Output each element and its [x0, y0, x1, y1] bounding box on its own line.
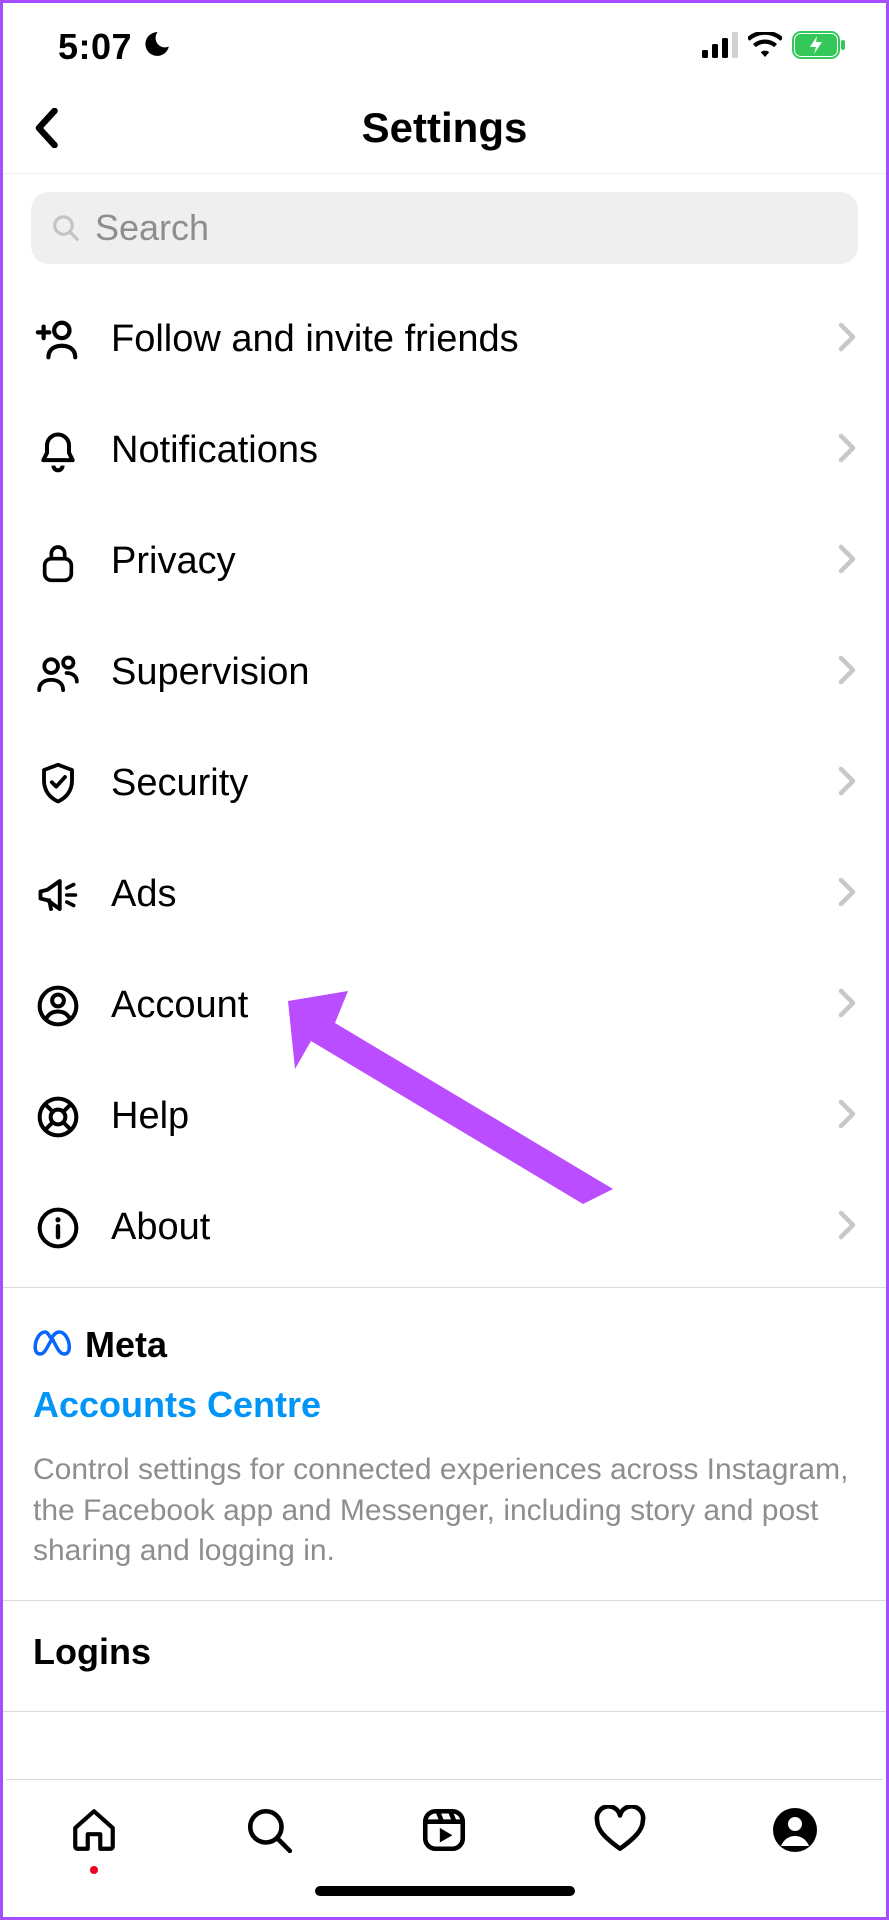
chevron-right-icon — [838, 1099, 856, 1134]
menu-label: Supervision — [111, 651, 838, 694]
menu-item-account[interactable]: Account — [3, 950, 886, 1061]
lifebuoy-icon — [33, 1092, 83, 1142]
settings-menu: Follow and invite friends Notifications … — [3, 264, 886, 1283]
people-icon — [33, 648, 83, 698]
menu-item-ads[interactable]: Ads — [3, 839, 886, 950]
menu-item-about[interactable]: About — [3, 1172, 886, 1283]
status-bar: 5:07 — [3, 3, 886, 83]
divider — [3, 1711, 886, 1712]
chevron-right-icon — [838, 544, 856, 579]
nav-search[interactable] — [239, 1800, 299, 1860]
menu-label: Security — [111, 762, 838, 805]
search-icon — [51, 213, 81, 243]
menu-label: Account — [111, 984, 838, 1027]
meta-brand-text: Meta — [85, 1324, 167, 1366]
cellular-signal-icon — [702, 32, 738, 63]
wifi-icon — [748, 32, 782, 63]
page-header: Settings — [3, 83, 886, 173]
page-title: Settings — [362, 104, 528, 152]
do-not-disturb-icon — [142, 26, 172, 68]
status-time: 5:07 — [58, 26, 132, 68]
nav-home[interactable] — [64, 1800, 124, 1860]
chevron-right-icon — [838, 322, 856, 357]
home-icon — [69, 1805, 119, 1855]
nav-profile[interactable] — [765, 1800, 825, 1860]
nav-reels[interactable] — [414, 1800, 474, 1860]
status-time-group: 5:07 — [58, 26, 172, 68]
menu-item-follow-invite[interactable]: Follow and invite friends — [3, 284, 886, 395]
shield-check-icon — [33, 759, 83, 809]
home-indicator — [315, 1886, 575, 1896]
search-input[interactable]: Search — [31, 192, 858, 264]
back-button[interactable] — [21, 103, 71, 153]
bottom-nav — [6, 1779, 883, 1914]
menu-item-help[interactable]: Help — [3, 1061, 886, 1172]
menu-item-notifications[interactable]: Notifications — [3, 395, 886, 506]
accounts-centre-link[interactable]: Accounts Centre — [33, 1384, 321, 1426]
menu-label: Follow and invite friends — [111, 318, 838, 361]
menu-label: Help — [111, 1095, 838, 1138]
meta-brand: Meta — [33, 1324, 856, 1366]
menu-label: Privacy — [111, 540, 838, 583]
heart-icon — [593, 1805, 647, 1855]
lock-icon — [33, 537, 83, 587]
search-icon — [244, 1805, 294, 1855]
meta-section: Meta Accounts Centre Control settings fo… — [3, 1288, 886, 1596]
meta-logo-icon — [33, 1328, 77, 1363]
nav-activity[interactable] — [590, 1800, 650, 1860]
menu-item-supervision[interactable]: Supervision — [3, 617, 886, 728]
add-person-icon — [33, 315, 83, 365]
meta-description: Control settings for connected experienc… — [33, 1450, 856, 1572]
chevron-right-icon — [838, 655, 856, 690]
reels-icon — [419, 1805, 469, 1855]
chevron-right-icon — [838, 433, 856, 468]
battery-charging-icon — [792, 31, 846, 64]
menu-label: About — [111, 1206, 838, 1249]
chevron-right-icon — [838, 766, 856, 801]
menu-label: Ads — [111, 873, 838, 916]
menu-item-privacy[interactable]: Privacy — [3, 506, 886, 617]
chevron-right-icon — [838, 988, 856, 1023]
bell-icon — [33, 426, 83, 476]
search-placeholder: Search — [95, 207, 209, 249]
notification-dot-icon — [90, 1866, 98, 1874]
logins-section: Logins — [3, 1601, 886, 1693]
profile-icon — [771, 1806, 819, 1854]
menu-item-security[interactable]: Security — [3, 728, 886, 839]
menu-label: Notifications — [111, 429, 838, 472]
megaphone-icon — [33, 870, 83, 920]
search-container: Search — [3, 174, 886, 264]
user-circle-icon — [33, 981, 83, 1031]
logins-heading: Logins — [33, 1631, 856, 1673]
chevron-left-icon — [31, 108, 61, 148]
status-icons — [702, 31, 846, 64]
chevron-right-icon — [838, 877, 856, 912]
chevron-right-icon — [838, 1210, 856, 1245]
info-icon — [33, 1203, 83, 1253]
